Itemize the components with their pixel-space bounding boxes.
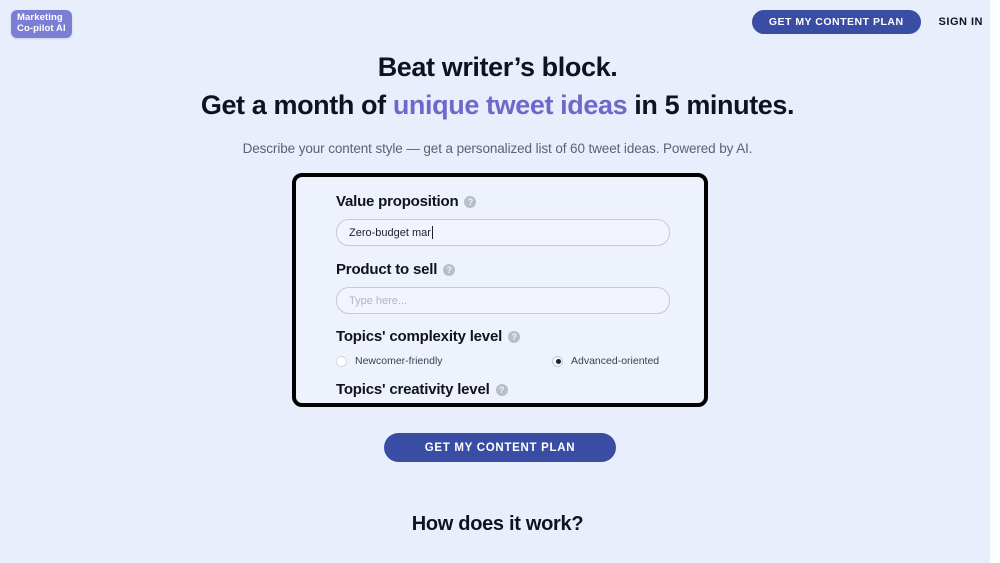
headline-line-2: Get a month of unique tweet ideas in 5 m…: [0, 88, 995, 122]
brand-logo[interactable]: Marketing Co-pilot AI: [11, 10, 72, 38]
page-root: Marketing Co-pilot AI GET MY CONTENT PLA…: [0, 0, 995, 563]
product-to-sell-label: Product to sell ?: [336, 261, 678, 278]
header-get-content-plan-button[interactable]: GET MY CONTENT PLAN: [751, 10, 921, 34]
value-proposition-label-text: Value proposition: [336, 193, 459, 210]
product-to-sell-label-text: Product to sell: [336, 261, 438, 278]
value-proposition-input[interactable]: Zero-budget mar: [336, 219, 670, 246]
header-actions: GET MY CONTENT PLAN SIGN IN: [751, 10, 983, 34]
radio-option-label: Newcomer-friendly: [355, 355, 443, 367]
radio-icon[interactable]: [336, 355, 347, 367]
value-proposition-input-wrap: Zero-budget mar: [336, 219, 670, 246]
product-to-sell-input-wrap: Type here...: [336, 287, 670, 314]
value-proposition-input-value: Zero-budget mar: [349, 226, 431, 239]
headline-suffix: in 5 minutes.: [627, 90, 795, 120]
field-spacer: [336, 246, 678, 261]
creativity-level-label: Topics' creativity level ?: [336, 381, 678, 398]
headline-accent: unique tweet ideas: [392, 90, 628, 120]
radio-option-label: Advanced-oriented: [571, 355, 660, 367]
site-header: Marketing Co-pilot AI GET MY CONTENT PLA…: [0, 0, 995, 46]
creativity-level-label-text: Topics' creativity level: [336, 381, 490, 398]
field-spacer: [336, 314, 678, 328]
complexity-level-radio-group: Newcomer-friendly Advanced-oriented: [336, 355, 678, 367]
complexity-level-label: Topics' complexity level ?: [336, 328, 678, 345]
field-spacer: [336, 367, 678, 381]
complexity-level-label-text: Topics' complexity level: [336, 328, 503, 345]
headline-line-1: Beat writer’s block.: [377, 52, 618, 82]
radio-option-newcomer-friendly[interactable]: Newcomer-friendly: [336, 355, 552, 367]
radio-icon-selected[interactable]: [552, 355, 563, 367]
value-proposition-label: Value proposition ?: [336, 193, 678, 210]
sign-in-link[interactable]: SIGN IN: [939, 16, 983, 28]
content-plan-form-card: Value proposition ? Zero-budget mar Prod…: [292, 173, 708, 407]
how-does-it-work-heading: How does it work?: [411, 513, 584, 535]
help-icon[interactable]: ?: [443, 263, 456, 276]
help-icon[interactable]: ?: [464, 195, 477, 208]
help-icon[interactable]: ?: [508, 330, 521, 343]
headline-prefix: Get a month of: [200, 90, 393, 120]
product-to-sell-input[interactable]: Type here...: [336, 287, 670, 314]
help-icon[interactable]: ?: [495, 383, 508, 396]
form-fields-container: Value proposition ? Zero-budget mar Prod…: [296, 177, 704, 398]
page-scrollbar[interactable]: [990, 0, 995, 563]
text-caret: [431, 226, 433, 239]
get-my-content-plan-button[interactable]: GET MY CONTENT PLAN: [384, 433, 616, 462]
hero-subtitle: Describe your content style — get a pers…: [242, 141, 753, 156]
hero-section: Beat writer’s block. Get a month of uniq…: [0, 50, 995, 156]
radio-option-advanced-oriented[interactable]: Advanced-oriented: [552, 355, 659, 367]
